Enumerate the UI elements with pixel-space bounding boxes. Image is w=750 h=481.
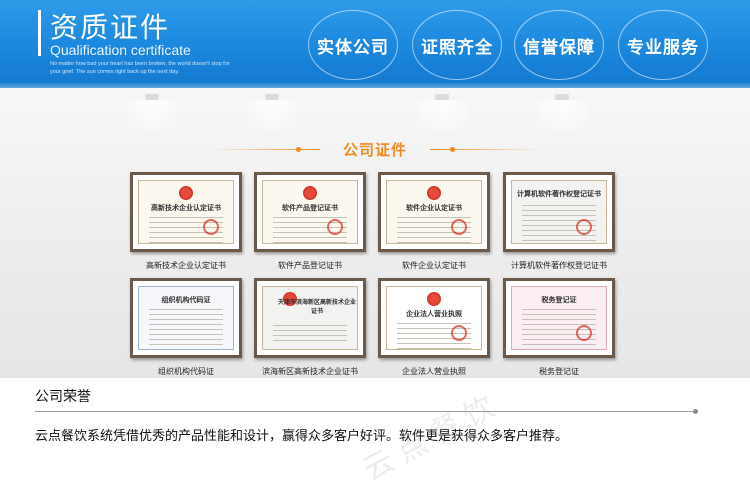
badge-entity-company: 实体公司: [308, 10, 398, 80]
ceiling-light-icon: [247, 94, 297, 130]
emblem-icon: [179, 186, 193, 200]
header-banner: 资质证件 Qualification certificate No matter…: [0, 0, 750, 88]
badge-professional-service: 专业服务: [618, 10, 708, 80]
ceiling-light-icon: [127, 94, 177, 130]
certificate-image[interactable]: 计算机软件著作权登记证书: [503, 172, 615, 252]
seal-icon: [576, 325, 592, 341]
ceiling-light-icon: [537, 94, 587, 130]
certificate-image[interactable]: 软件企业认定证书: [378, 172, 490, 252]
seal-icon: [203, 219, 219, 235]
page-title-english: Qualification certificate: [50, 42, 191, 58]
badge-complete-licenses: 证照齐全: [412, 10, 502, 80]
emblem-icon: [303, 186, 317, 200]
section-title: 公司证件: [342, 141, 407, 159]
certificate-caption: 税务登记证: [539, 367, 579, 376]
certificate-gallery: 公司证件 高新技术企业认定证书 高新技术企业认定证书 软件产品登记证书 软件产品…: [0, 88, 750, 378]
title-divider: [38, 10, 41, 56]
certificate-caption: 计算机软件著作权登记证书: [511, 261, 607, 270]
seal-icon: [451, 325, 467, 341]
badge-reputation: 信誉保障: [514, 10, 604, 80]
certificate-image[interactable]: 天津市滨海新区高新技术企业证书: [254, 278, 366, 358]
seal-icon: [576, 219, 592, 235]
certificate-image[interactable]: 企业法人营业执照: [378, 278, 490, 358]
emblem-icon: [427, 292, 441, 306]
honors-title: 公司荣誉: [35, 389, 91, 405]
honors-divider: [35, 411, 695, 412]
page-title: 资质证件: [50, 11, 171, 44]
seal-icon: [451, 219, 467, 235]
page-subtitle: No matter how bad your heart has been br…: [50, 61, 230, 75]
ceiling-light-icon: [417, 94, 467, 130]
honors-description: 云点餐饮系统凭借优秀的产品性能和设计，赢得众多客户好评。软件更是获得众多客户推荐…: [35, 429, 569, 444]
seal-icon: [327, 219, 343, 235]
certificate-image[interactable]: 高新技术企业认定证书: [130, 172, 242, 252]
divider-dot-icon: [693, 409, 698, 414]
certificate-image[interactable]: 税务登记证: [503, 278, 615, 358]
certificate-image[interactable]: 软件产品登记证书: [254, 172, 366, 252]
certificate-image[interactable]: 组织机构代码证: [130, 278, 242, 358]
company-honors-section: 云点餐饮 公司荣誉 云点餐饮系统凭借优秀的产品性能和设计，赢得众多客户好评。软件…: [0, 378, 750, 481]
emblem-icon: [427, 186, 441, 200]
section-divider-right: [430, 149, 540, 150]
